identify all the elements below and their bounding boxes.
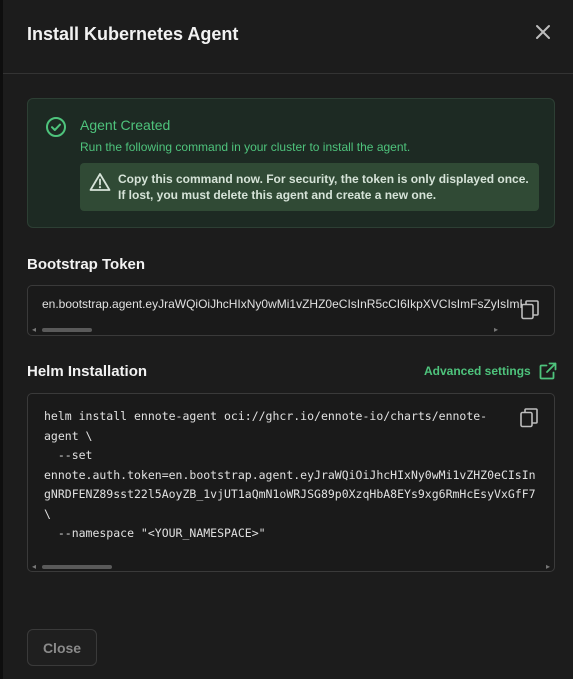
- token-warning: Copy this command now. For security, the…: [80, 163, 539, 211]
- horizontal-scrollbar[interactable]: [42, 328, 92, 332]
- scroll-right-arrow[interactable]: ▸: [494, 326, 498, 334]
- helm-installation-label: Helm Installation: [27, 363, 148, 380]
- bootstrap-token-value[interactable]: en.bootstrap.agent.eyJraWQiOiJhcHIxNy0wM…: [42, 297, 522, 311]
- helm-line: ennote.auth.token=en.bootstrap.agent.eyJ…: [44, 467, 536, 482]
- check-circle-icon: [45, 116, 67, 138]
- agent-created-alert: Agent Created Run the following command …: [27, 98, 555, 228]
- scroll-left-arrow[interactable]: ◂: [32, 563, 36, 571]
- helm-command-box[interactable]: helm install ennote-agent oci://ghcr.io/…: [27, 393, 555, 572]
- advanced-settings-link[interactable]: Advanced settings: [424, 362, 557, 380]
- external-link-icon[interactable]: [539, 362, 557, 380]
- alert-title: Agent Created: [80, 117, 171, 133]
- helm-line: gNRDFENZ89sst22l5AoyZB_1vjUT1aQmN1oWRJSG…: [44, 487, 536, 501]
- helm-command[interactable]: helm install ennote-agent oci://ghcr.io/…: [44, 407, 536, 544]
- dialog-header: Install Kubernetes Agent: [3, 0, 573, 74]
- helm-line: agent \: [44, 428, 93, 443]
- copy-helm-icon[interactable]: [520, 408, 538, 428]
- horizontal-scrollbar[interactable]: [42, 565, 112, 569]
- helm-line: \: [44, 506, 51, 521]
- bootstrap-token-label: Bootstrap Token: [27, 256, 146, 273]
- warning-text: Copy this command now. For security, the…: [118, 172, 529, 202]
- scroll-left-arrow[interactable]: ◂: [32, 326, 36, 334]
- close-icon[interactable]: [533, 22, 553, 42]
- advanced-settings-label[interactable]: Advanced settings: [424, 364, 531, 378]
- dialog-title: Install Kubernetes Agent: [27, 24, 239, 44]
- helm-line: --set: [44, 448, 93, 462]
- copy-token-icon[interactable]: [521, 300, 539, 320]
- close-button[interactable]: Close: [27, 629, 97, 666]
- scroll-right-arrow[interactable]: ▸: [546, 563, 550, 571]
- alert-description: Run the following command in your cluste…: [80, 140, 411, 154]
- warning-icon: [89, 172, 111, 192]
- helm-line: --namespace "<YOUR_NAMESPACE>": [44, 526, 266, 540]
- left-edge: [0, 0, 3, 679]
- helm-line: helm install ennote-agent oci://ghcr.io/…: [44, 409, 488, 423]
- bootstrap-token-box[interactable]: en.bootstrap.agent.eyJraWQiOiJhcHIxNy0wM…: [27, 285, 555, 336]
